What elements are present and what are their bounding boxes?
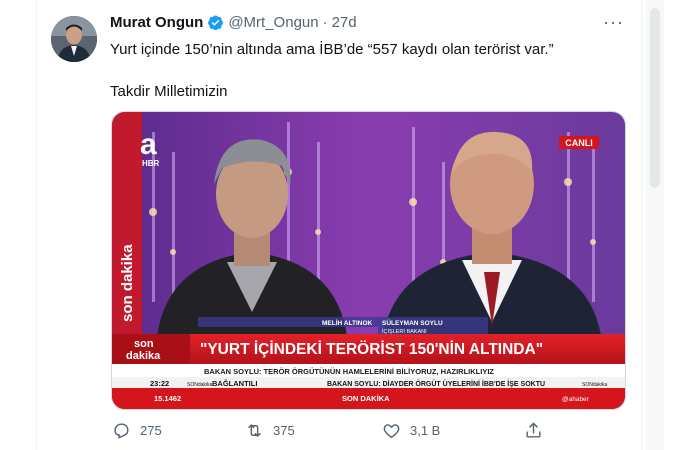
timeline-left-border bbox=[36, 0, 37, 450]
stock-value: 15.1462 bbox=[154, 394, 181, 403]
avatar-image bbox=[51, 16, 97, 62]
retweet-count: 375 bbox=[273, 423, 295, 438]
tweet-line-1: Yurt içinde 150’nin altında ama İBB’de “… bbox=[110, 41, 554, 58]
retweet-icon bbox=[248, 424, 261, 437]
tweet-text: Yurt içinde 150’nin altında ama İBB’de “… bbox=[110, 39, 630, 102]
side-label: son dakika bbox=[119, 244, 136, 322]
ticker-right: BAKAN SOYLU: DİAYDER ÖRGÜT ÜYELERİNİ İBB… bbox=[327, 379, 545, 388]
name-right-title: İÇİŞLERİ BAKANI bbox=[382, 328, 427, 335]
scrollbar-thumb[interactable] bbox=[650, 8, 660, 188]
corner-logo-top: son bbox=[134, 338, 154, 350]
like-icon bbox=[383, 424, 400, 439]
subhead: BAKAN SOYLU: TERÖR ÖRGÜTÜNÜN HAMLELERİNİ… bbox=[204, 367, 494, 376]
tweet-time[interactable]: 27d bbox=[332, 14, 357, 31]
headline: "YURT İÇİNDEKİ TERÖRİST 150'NİN ALTINDA" bbox=[200, 341, 543, 358]
broadcast-image: son dakika a HBR CANLI MELİH ALTINOK SÜL… bbox=[112, 112, 625, 409]
clock: 23:22 bbox=[150, 379, 169, 388]
share-icon bbox=[526, 422, 541, 438]
tweet-media[interactable]: son dakika a HBR CANLI MELİH ALTINOK SÜL… bbox=[111, 111, 626, 410]
like-button[interactable]: 3,1 B bbox=[382, 421, 440, 440]
live-badge-label: CANLI bbox=[565, 138, 593, 148]
ticker-left: BAĞLANTILI bbox=[212, 379, 257, 388]
name-left: MELİH ALTINOK bbox=[322, 319, 372, 327]
share-button[interactable] bbox=[524, 421, 552, 440]
more-icon[interactable]: ··· bbox=[603, 12, 624, 33]
corner-logo-bottom: dakika bbox=[126, 350, 161, 362]
ticker-brand-right: SONdakika bbox=[582, 382, 608, 388]
reply-count: 275 bbox=[140, 423, 162, 438]
ticker-brand-left: SONdakika bbox=[187, 382, 213, 388]
reply-icon bbox=[114, 423, 129, 439]
timeline-right-border bbox=[641, 0, 642, 450]
avatar[interactable] bbox=[51, 16, 97, 62]
bottom-handle: @ahaber bbox=[562, 396, 590, 403]
tweet-header: Murat Ongun @Mrt_Ongun · 27d bbox=[110, 14, 357, 31]
channel-logo-sub: HBR bbox=[142, 159, 160, 168]
channel-logo: a bbox=[140, 128, 157, 161]
tweet-line-2: Takdir Milletimizin bbox=[110, 83, 228, 100]
verified-badge-icon bbox=[208, 15, 224, 31]
bottom-label: SON DAKİKA bbox=[342, 394, 390, 403]
tweet-actions: 275 375 3,1 B bbox=[0, 418, 690, 444]
name-right: SÜLEYMAN SOYLU bbox=[382, 318, 443, 327]
header-separator: · bbox=[322, 14, 328, 31]
author-handle[interactable]: @Mrt_Ongun bbox=[228, 14, 318, 31]
like-count: 3,1 B bbox=[410, 423, 441, 438]
author-name[interactable]: Murat Ongun bbox=[110, 14, 203, 31]
reply-button[interactable]: 275 bbox=[112, 421, 162, 440]
retweet-button[interactable]: 375 bbox=[245, 421, 295, 440]
